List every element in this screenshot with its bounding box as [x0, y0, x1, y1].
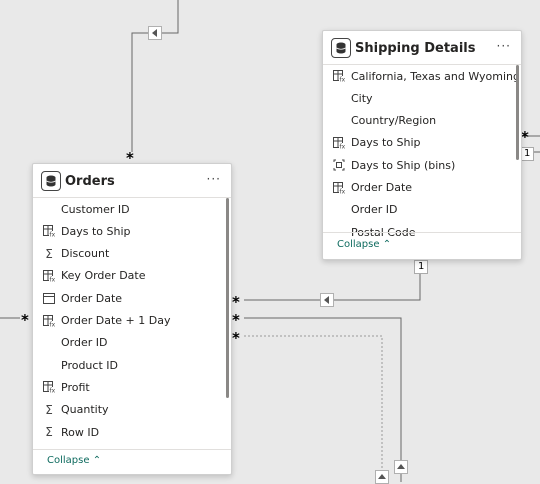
- scrollbar[interactable]: [516, 65, 519, 160]
- field-row[interactable]: fx Profit: [43, 376, 90, 398]
- field-label: Country/Region: [351, 114, 437, 128]
- filter-direction-left-icon[interactable]: [320, 293, 334, 307]
- field-label: Profit: [61, 380, 90, 394]
- field-row[interactable]: fx Days to Ship: [333, 132, 420, 154]
- one-cardinality-marker: 1: [520, 147, 535, 161]
- field-row[interactable]: Order ID: [333, 199, 397, 221]
- field-row[interactable]: Customer ID: [43, 198, 130, 220]
- collapse-button[interactable]: Collapse ⌃: [47, 455, 101, 466]
- many-cardinality-marker: *: [232, 293, 240, 311]
- filter-direction-up-icon[interactable]: [394, 460, 408, 474]
- field-label: City: [351, 91, 373, 105]
- calculated-column-icon: fx: [43, 381, 56, 394]
- footer-divider: [323, 232, 521, 233]
- field-row[interactable]: fx Order Date: [333, 177, 412, 199]
- svg-text:fx: fx: [340, 77, 346, 83]
- collapse-label: Collapse: [337, 239, 380, 250]
- sigma-icon: Σ: [45, 425, 53, 439]
- field-label: Row ID: [61, 425, 100, 439]
- field-label: Discount: [61, 247, 110, 261]
- field-label: Key Order Date: [61, 269, 146, 283]
- table-header[interactable]: Orders ···: [33, 164, 231, 198]
- orders-table-card[interactable]: Orders ··· Customer ID fx Days to Ship Σ Dis…: [32, 163, 232, 475]
- field-row[interactable]: fx Order Date + 1 Day: [43, 310, 170, 332]
- footer-divider: [33, 449, 231, 450]
- many-cardinality-marker: *: [521, 128, 529, 146]
- calendar-icon: [43, 292, 55, 305]
- filter-direction-left-icon[interactable]: [148, 26, 162, 40]
- field-row[interactable]: Σ Row ID: [43, 421, 99, 443]
- field-row[interactable]: fx Key Order Date: [43, 265, 146, 287]
- scrollbar[interactable]: [226, 198, 229, 398]
- bins-icon: [333, 159, 345, 171]
- field-label: Product ID: [61, 358, 118, 372]
- field-row[interactable]: Order Date: [43, 287, 122, 309]
- field-row[interactable]: fx California, Texas and Wyoming: [333, 65, 520, 87]
- field-row[interactable]: Product ID: [43, 354, 118, 376]
- field-label: Days to Ship: [351, 136, 421, 150]
- field-row[interactable]: Order ID: [43, 332, 107, 354]
- field-row[interactable]: Σ Quantity: [43, 399, 109, 421]
- collapse-label: Collapse: [47, 455, 90, 466]
- field-label: California, Texas and Wyoming: [351, 69, 520, 83]
- calculated-column-icon: fx: [43, 269, 56, 282]
- field-label: Order Date + 1 Day: [61, 314, 171, 327]
- one-cardinality-marker: 1: [414, 260, 429, 274]
- sigma-icon: Σ: [45, 246, 53, 261]
- many-cardinality-marker: *: [232, 329, 240, 347]
- field-label: Days to Ship: [61, 224, 131, 238]
- collapse-button[interactable]: Collapse ⌃: [337, 239, 391, 250]
- field-row[interactable]: Country/Region: [333, 110, 436, 132]
- sigma-icon: Σ: [45, 402, 53, 417]
- calculated-column-icon: fx: [333, 136, 346, 149]
- field-label: Customer ID: [61, 202, 130, 216]
- many-cardinality-marker: *: [232, 311, 240, 329]
- field-row[interactable]: Σ Discount: [43, 243, 109, 265]
- calculated-column-icon: fx: [43, 314, 56, 327]
- calculated-column-icon: fx: [43, 225, 56, 238]
- field-label: Quantity: [61, 403, 109, 417]
- table-icon: [41, 171, 61, 191]
- field-label: Order ID: [351, 203, 398, 217]
- field-label: Order Date: [61, 291, 123, 305]
- field-label: Order ID: [61, 336, 108, 350]
- more-options-button[interactable]: ···: [207, 172, 221, 186]
- svg-text:fx: fx: [50, 276, 56, 282]
- chevron-up-icon: ⌃: [92, 455, 102, 466]
- many-cardinality-marker: *: [21, 311, 29, 329]
- calculated-table-icon: fx: [333, 70, 345, 82]
- field-label: Order Date: [351, 181, 413, 194]
- table-header[interactable]: Shipping Details ···: [323, 31, 521, 65]
- calculated-column-icon: fx: [333, 181, 346, 194]
- shipping-details-table-card[interactable]: Shipping Details ··· fx California, Texas…: [322, 30, 522, 260]
- svg-text:fx: fx: [340, 143, 346, 149]
- table-icon: [331, 38, 351, 58]
- svg-text:fx: fx: [340, 188, 346, 194]
- svg-text:fx: fx: [50, 232, 56, 238]
- svg-text:fx: fx: [50, 321, 56, 327]
- more-options-button[interactable]: ···: [497, 39, 511, 53]
- chevron-up-icon: ⌃: [382, 239, 392, 250]
- field-label: Days to Ship (bins): [351, 158, 456, 172]
- field-row[interactable]: Days to Ship (bins): [333, 154, 455, 176]
- table-title: Orders: [65, 173, 115, 189]
- field-row[interactable]: City: [333, 87, 373, 109]
- svg-text:fx: fx: [50, 388, 56, 394]
- field-row[interactable]: fx Days to Ship: [43, 220, 130, 242]
- table-title: Shipping Details: [355, 40, 476, 56]
